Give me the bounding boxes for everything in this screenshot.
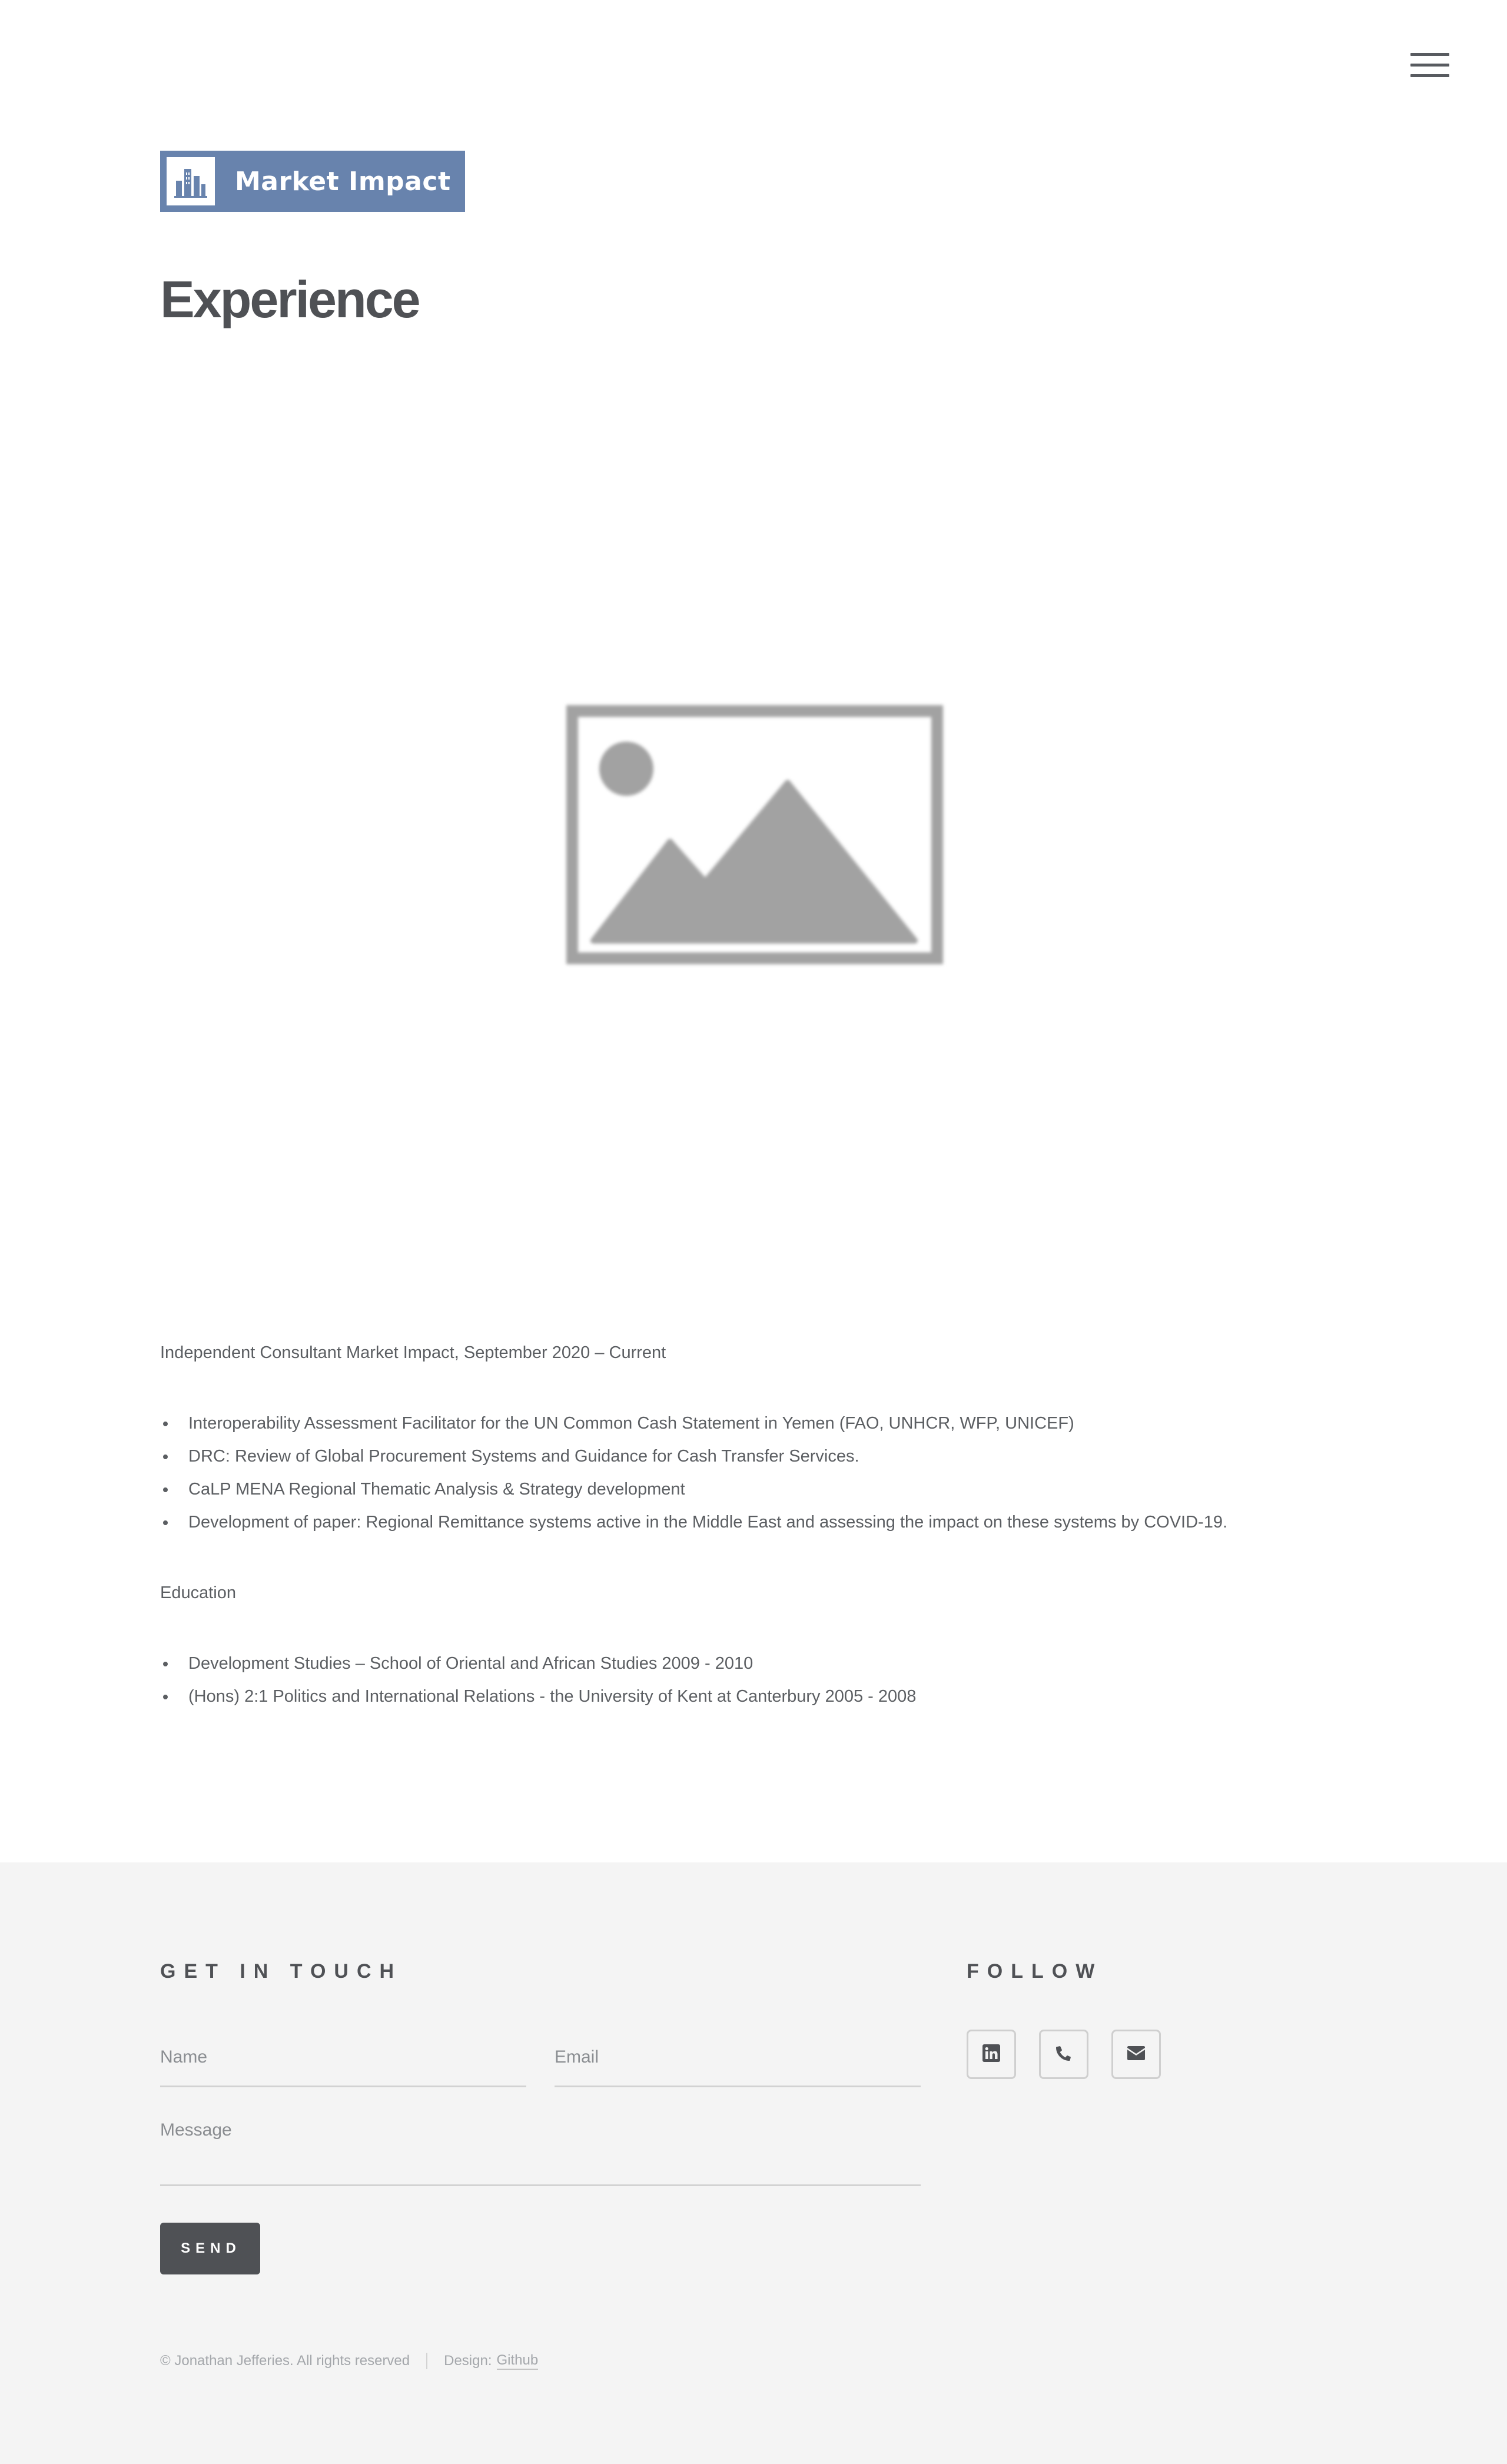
name-field[interactable] xyxy=(160,2039,526,2087)
email-button[interactable] xyxy=(1111,2030,1161,2079)
envelope-icon xyxy=(1127,2045,1146,2064)
experience-list: Interoperability Assessment Facilitator … xyxy=(160,1407,1349,1539)
experience-role: Independent Consultant Market Impact, Se… xyxy=(160,1343,666,1362)
list-item: CaLP MENA Regional Thematic Analysis & S… xyxy=(160,1473,1349,1506)
send-button[interactable]: SEND xyxy=(160,2223,260,2274)
footer: GET IN TOUCH SEND FOLLOW xyxy=(0,1862,1507,2464)
follow-heading: FOLLOW xyxy=(967,1960,1103,1983)
hamburger-menu-icon[interactable] xyxy=(1410,53,1452,79)
page-title: Experience xyxy=(160,270,421,328)
linkedin-button[interactable] xyxy=(967,2030,1016,2079)
list-item: (Hons) 2:1 Politics and International Re… xyxy=(160,1680,1349,1713)
phone-icon xyxy=(1055,2044,1073,2065)
phone-button[interactable] xyxy=(1039,2030,1088,2079)
list-item: Development of paper: Regional Remittanc… xyxy=(160,1506,1349,1539)
copyright: © Jonathan Jefferies. All rights reserve… xyxy=(160,2352,539,2370)
list-item: Development Studies – School of Oriental… xyxy=(160,1647,1349,1680)
list-item: DRC: Review of Global Procurement System… xyxy=(160,1440,1349,1473)
image-placeholder-icon xyxy=(566,705,943,964)
bar-chart-buildings-icon xyxy=(164,155,217,208)
list-item: Interoperability Assessment Facilitator … xyxy=(160,1407,1349,1440)
copyright-text: © Jonathan Jefferies. All rights reserve… xyxy=(160,2353,410,2369)
experience-content: Independent Consultant Market Impact, Se… xyxy=(160,1336,1349,1713)
education-list: Development Studies – School of Oriental… xyxy=(160,1647,1349,1713)
education-heading: Education xyxy=(160,1583,236,1602)
github-link[interactable]: Github xyxy=(496,2352,539,2370)
divider xyxy=(426,2353,428,2369)
logo-text: Market Impact xyxy=(235,166,451,197)
design-label: Design: xyxy=(444,2353,492,2369)
logo[interactable]: Market Impact xyxy=(160,151,465,212)
message-field[interactable] xyxy=(160,2112,921,2186)
email-field[interactable] xyxy=(555,2039,921,2087)
contact-heading: GET IN TOUCH xyxy=(160,1960,403,1983)
linkedin-icon xyxy=(982,2044,1000,2065)
